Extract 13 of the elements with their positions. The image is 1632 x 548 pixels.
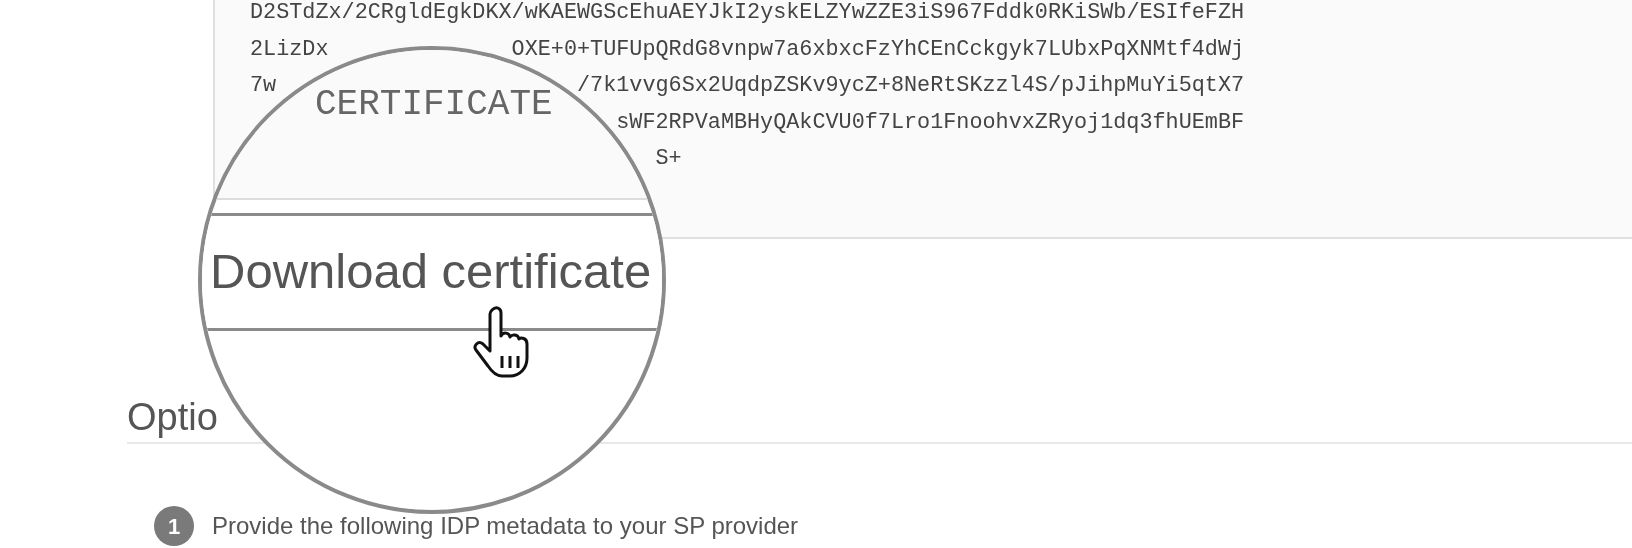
certificate-text: CERTIFICATE	[315, 85, 553, 125]
step-text: Provide the following IDP metadata to your SP provider	[212, 511, 799, 541]
code-text: S+	[655, 145, 682, 174]
code-text: 7w	[250, 72, 277, 101]
code-text: sWF2RPVaMBHyQAkCVU0f7Lro1FnoohvxZRyoj1dq3fhUEmBF	[616, 108, 1245, 137]
section-heading: Optio	[127, 395, 218, 440]
code-text: 2LizDx	[250, 35, 329, 64]
code-text: /7k1vvg6Sx2UqdpZSKv9ycZ+8NeRtSKzzl4S/pJihpMuYi5qtX7	[577, 72, 1245, 101]
code-text: OXE+0+TUFUpQRdG8vnpw7a6xbxcFzYhCEnCckgyk7LUbxPqXNMtf4dWj	[511, 35, 1245, 64]
download-button[interactable]: Download certificate	[202, 213, 662, 331]
hand-cursor-icon	[470, 306, 532, 378]
step-number: 1	[154, 506, 194, 546]
code-text: D2STdZx/2CRgldEgkDKX/wKAEWGScEhuAEYJkI2yskELZYwZZE3iS967Fddk0RKiSWb/ESIfeFZH	[250, 0, 1245, 27]
